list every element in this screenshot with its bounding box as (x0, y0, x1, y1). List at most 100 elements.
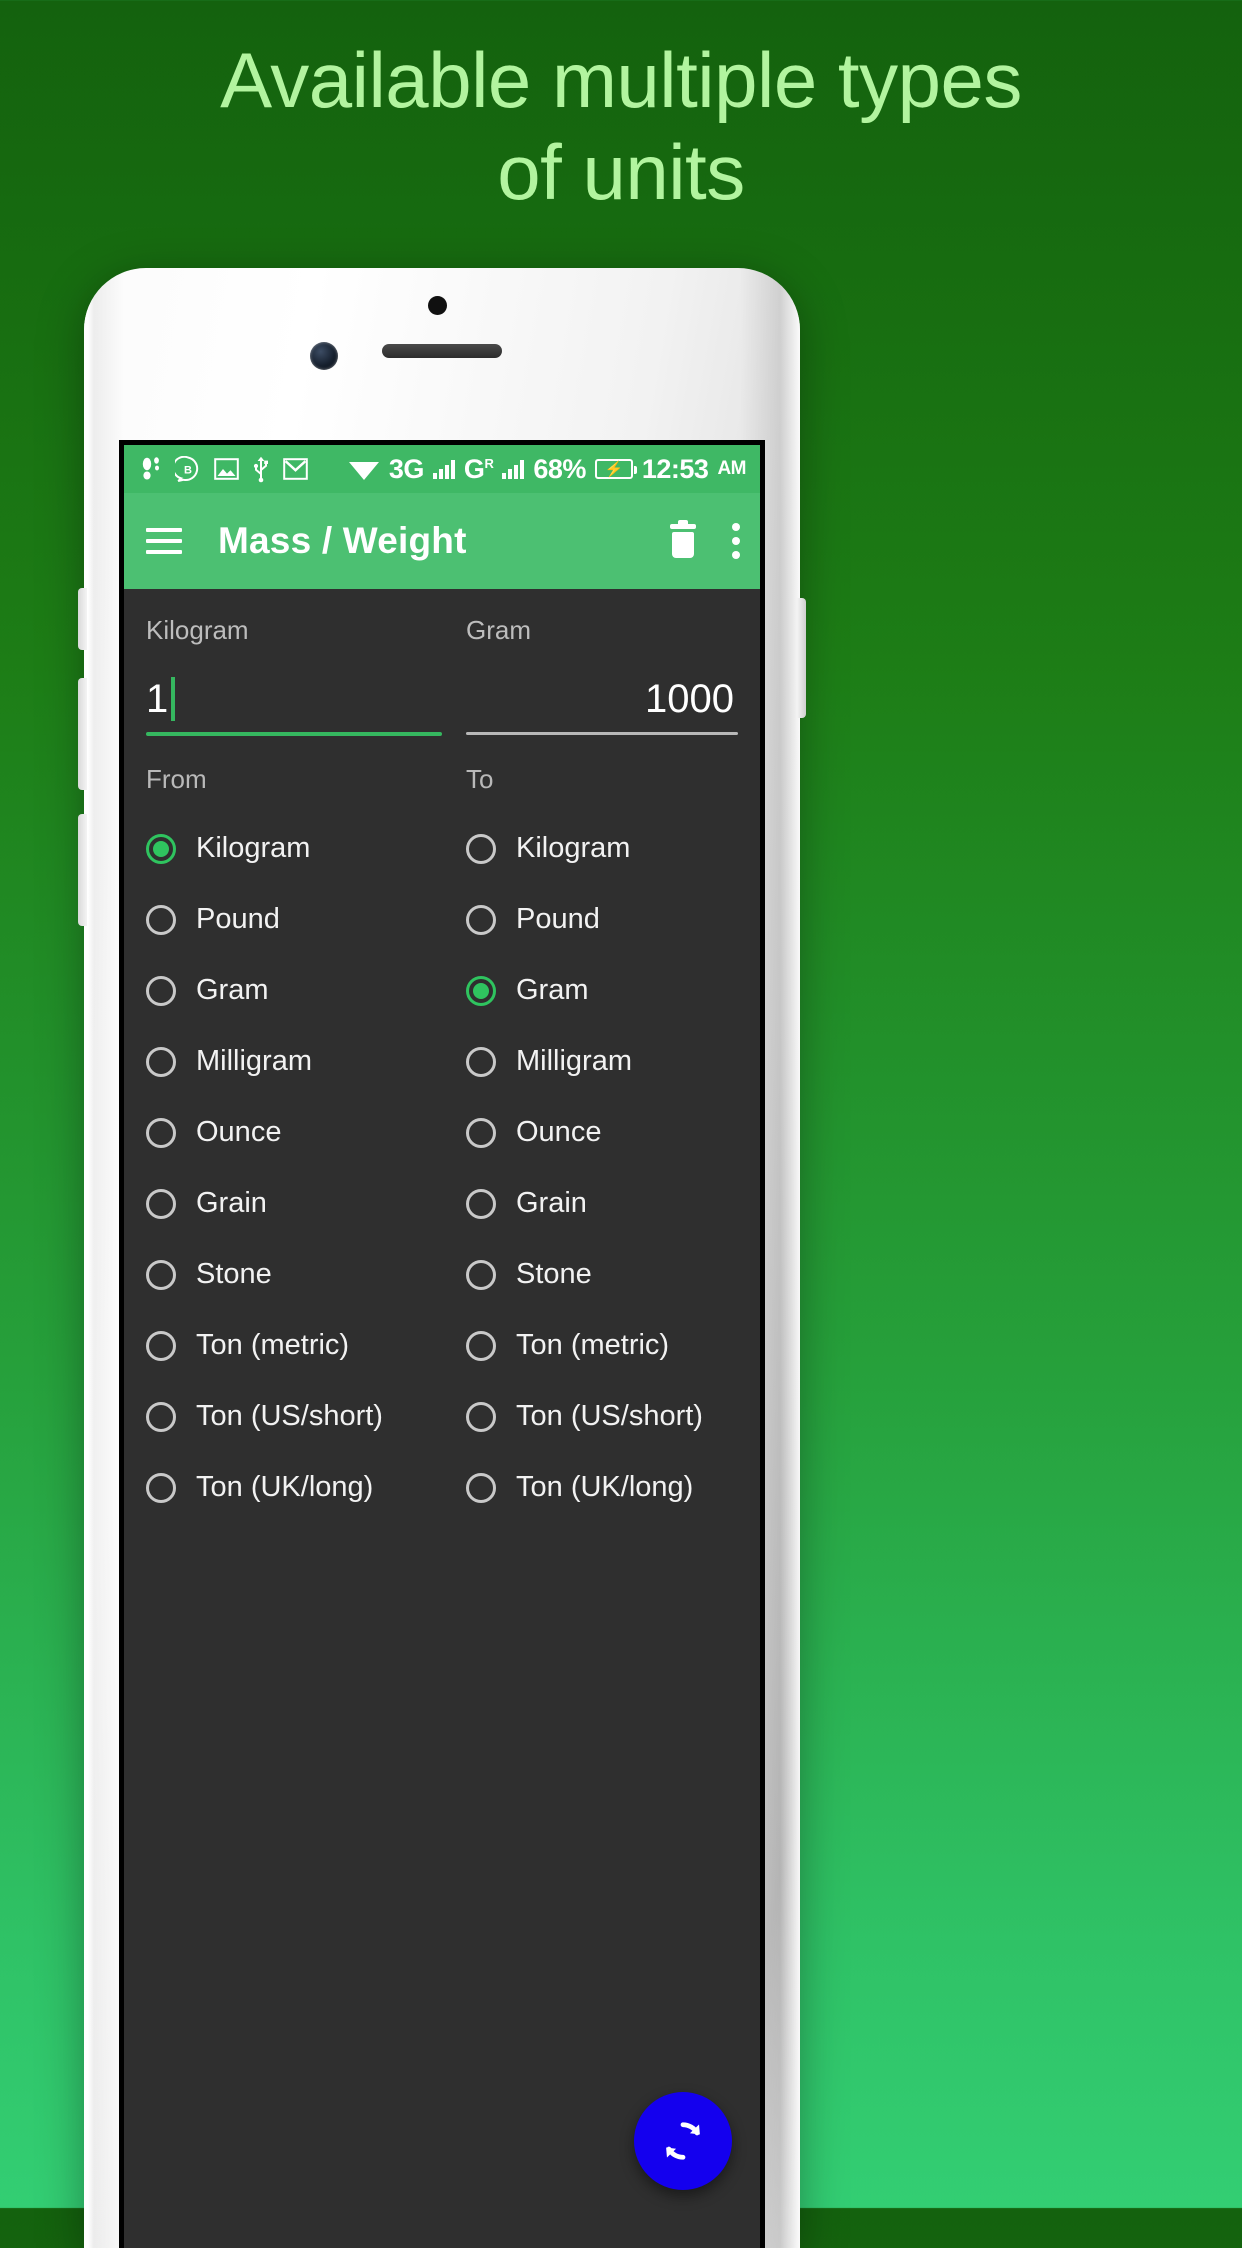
to-field-group: Gram 1000 (442, 615, 738, 736)
radio-row-from-stone[interactable]: Stone (146, 1239, 442, 1310)
clock-meridiem: AM (717, 458, 746, 479)
from-value-input[interactable]: 1 (146, 672, 442, 726)
radio-row-to-ounce[interactable]: Ounce (466, 1097, 738, 1168)
phone-volume-up-button (78, 678, 87, 790)
radio-label: Stone (196, 1258, 272, 1290)
radio-row-to-ton-us-short[interactable]: Ton (US/short) (466, 1381, 738, 1452)
radio-label: Gram (516, 974, 589, 1006)
radio-row-from-kilogram[interactable]: Kilogram (146, 813, 442, 884)
page-title: Mass / Weight (218, 520, 467, 561)
front-camera-icon (310, 342, 338, 370)
swap-refresh-icon (666, 2122, 700, 2160)
radio-label: Ounce (196, 1116, 282, 1148)
radio-row-to-milligram[interactable]: Milligram (466, 1026, 738, 1097)
trash-icon[interactable] (668, 520, 698, 558)
hamburger-menu-icon[interactable] (146, 528, 182, 554)
from-value-text: 1 (146, 676, 169, 721)
radio-unselected-icon[interactable] (146, 1330, 176, 1361)
radio-row-from-milligram[interactable]: Milligram (146, 1026, 442, 1097)
radio-unselected-icon[interactable] (466, 1046, 496, 1077)
converter-body: Kilogram 1 Gram 1000 From To Kilogram Po… (124, 589, 760, 2248)
radio-row-to-grain[interactable]: Grain (466, 1168, 738, 1239)
radio-label: Grain (196, 1187, 267, 1219)
radio-unselected-icon[interactable] (466, 1188, 496, 1219)
signal-bars-icon-g (502, 459, 525, 479)
status-bar-left-icons: B (140, 456, 308, 483)
radio-unselected-icon[interactable] (146, 1046, 176, 1077)
battery-charging-icon: ⚡ (594, 459, 637, 479)
to-header: To (466, 764, 494, 794)
radio-row-to-stone[interactable]: Stone (466, 1239, 738, 1310)
radio-label: Ton (UK/long) (516, 1471, 694, 1503)
radio-row-from-ounce[interactable]: Ounce (146, 1097, 442, 1168)
radio-label: Ton (metric) (196, 1329, 350, 1361)
network-type-3g-label: 3G (388, 453, 425, 484)
converter-fields: Kilogram 1 Gram 1000 (124, 589, 760, 736)
text-cursor (171, 677, 176, 721)
promo-headline: Available multiple types of units (0, 39, 1242, 214)
promo-headline-line1: Available multiple types (220, 36, 1022, 124)
radio-label: Milligram (196, 1045, 312, 1077)
from-header: From (146, 764, 207, 794)
radio-unselected-icon[interactable] (466, 1401, 496, 1432)
radio-unselected-icon[interactable] (146, 975, 176, 1006)
radio-unselected-icon[interactable] (466, 1117, 496, 1148)
svg-text:B: B (184, 465, 192, 477)
radio-row-to-gram[interactable]: Gram (466, 955, 738, 1026)
radio-row-from-grain[interactable]: Grain (146, 1168, 442, 1239)
kebab-menu-icon[interactable] (732, 523, 740, 559)
radio-unselected-icon[interactable] (146, 904, 176, 935)
radio-label: Grain (516, 1187, 587, 1219)
radio-unselected-icon[interactable] (146, 1117, 176, 1148)
radio-label: Ounce (516, 1116, 602, 1148)
radio-row-to-pound[interactable]: Pound (466, 884, 738, 955)
radio-row-to-kilogram[interactable]: Kilogram (466, 813, 738, 884)
phone-mockup: B 3G GR 68% ⚡ 12:53 AM Mass / Weight Kil… (78, 268, 806, 2248)
clock-time: 12:53 (641, 453, 709, 484)
radio-label: Ton (metric) (516, 1329, 670, 1361)
radio-label: Kilogram (516, 832, 631, 864)
radio-row-from-pound[interactable]: Pound (146, 884, 442, 955)
radio-row-to-ton-uk-long[interactable]: Ton (UK/long) (466, 1452, 738, 1523)
radio-unselected-icon[interactable] (146, 1259, 176, 1290)
radio-label: Pound (196, 903, 280, 935)
radio-unselected-icon[interactable] (146, 1472, 176, 1503)
signal-bars-icon-3g (432, 459, 455, 479)
from-field-group: Kilogram 1 (146, 615, 442, 736)
radio-selected-icon[interactable] (146, 833, 176, 864)
radio-unselected-icon[interactable] (466, 833, 496, 864)
bbm-icon: B (175, 456, 201, 482)
from-field-underline (146, 732, 442, 736)
radio-unselected-icon[interactable] (466, 1472, 496, 1503)
wifi-icon (348, 457, 380, 481)
radio-label: Ton (US/short) (196, 1400, 383, 1432)
phone-screen: B 3G GR 68% ⚡ 12:53 AM Mass / Weight Kil… (119, 440, 765, 2248)
radio-unselected-icon[interactable] (146, 1188, 176, 1219)
unit-lists: Kilogram Pound Gram Milligram Ounce Grain Ston… (124, 795, 760, 1523)
gmail-icon (283, 458, 308, 480)
app-screen: B 3G GR 68% ⚡ 12:53 AM Mass / Weight Kil… (124, 445, 760, 2248)
usb-icon (252, 456, 270, 483)
to-value-input[interactable]: 1000 (466, 672, 738, 726)
to-unit-list: Kilogram Pound Gram Milligram Ounce Grain Ston… (442, 813, 738, 1523)
swap-units-fab[interactable] (634, 2092, 732, 2190)
radio-unselected-icon[interactable] (466, 904, 496, 935)
radio-row-from-ton-metric[interactable]: Ton (metric) (146, 1310, 442, 1381)
proximity-sensor-icon (428, 296, 447, 315)
phone-volume-down-button (78, 814, 87, 926)
radio-row-from-ton-us-short[interactable]: Ton (US/short) (146, 1381, 442, 1452)
radio-unselected-icon[interactable] (466, 1259, 496, 1290)
radio-label: Ton (UK/long) (196, 1471, 374, 1503)
radio-label: Ton (US/short) (516, 1400, 703, 1432)
radio-row-to-ton-metric[interactable]: Ton (metric) (466, 1310, 738, 1381)
list-headers: From To (124, 736, 760, 795)
radio-unselected-icon[interactable] (466, 1330, 496, 1361)
radio-unselected-icon[interactable] (146, 1401, 176, 1432)
radio-row-from-ton-uk-long[interactable]: Ton (UK/long) (146, 1452, 442, 1523)
radio-row-from-gram[interactable]: Gram (146, 955, 442, 1026)
radio-selected-icon[interactable] (466, 975, 496, 1006)
battery-percent-label: 68% (533, 453, 586, 484)
to-field-underline (466, 732, 738, 735)
status-bar: B 3G GR 68% ⚡ 12:53 AM (124, 445, 760, 493)
screenshot-image-icon (214, 458, 239, 480)
